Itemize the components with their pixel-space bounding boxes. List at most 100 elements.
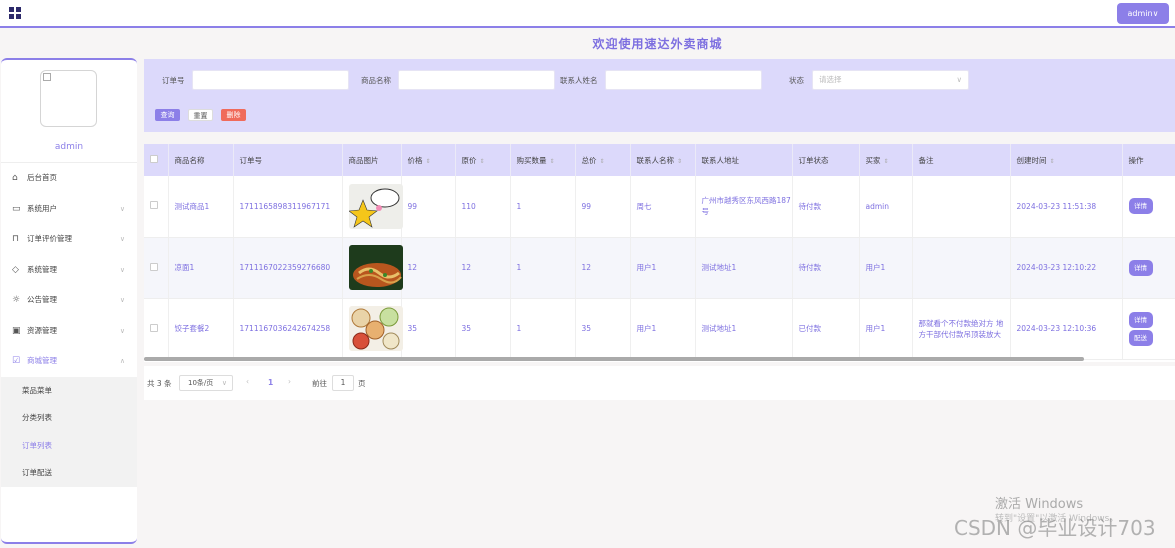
admin-dropdown-button[interactable]: admin∨ — [1117, 3, 1169, 24]
column-header-sortable[interactable]: 联系人名称 ⇕ — [630, 144, 696, 176]
row-checkbox[interactable] — [150, 262, 158, 271]
chevron-down-icon: ∨ — [119, 235, 125, 243]
chevron-down-icon: ∨ — [221, 379, 227, 387]
avatar — [40, 70, 97, 127]
product-name-cell: 凉面1 — [168, 237, 234, 299]
submenu-item-dishes[interactable]: 菜品菜单 — [1, 377, 137, 405]
sidebar-item-label: 订单评价管理 — [27, 234, 72, 243]
csdn-watermark: CSDN @毕业设计703 — [954, 516, 1156, 540]
orders-table: 商品名称 订单号 商品图片 价格 ⇕ 原价 ⇕ 购买数量 ⇕ 总价 ⇕ 联系人名称 ⇕ 联… — [144, 144, 1175, 362]
remark-cell: 那就看个不付款绝对方 地方干部代付款吊顶装放大 — [912, 298, 1011, 360]
sidebar-item-label: 后台首页 — [27, 173, 57, 182]
chevron-down-icon: ∨ — [119, 204, 125, 213]
sidebar-item-system-users[interactable]: ▭ 系统用户 ∨ — [1, 194, 137, 225]
original-price-cell: 12 — [455, 237, 511, 299]
sidebar-item-home[interactable]: ⌂ 后台首页 — [1, 163, 137, 194]
table-row: 凉面1 1711167022359276680 12 12 1 12 用户1 测… — [144, 237, 1175, 299]
detail-button[interactable]: 详情 — [1128, 259, 1153, 276]
sidebar-item-resources[interactable]: ▣ 资源管理 ∨ — [1, 316, 137, 347]
detail-button[interactable]: 详情 — [1128, 311, 1153, 328]
username: admin — [54, 142, 84, 152]
column-header-sortable[interactable]: 创建时间 ⇕ — [1010, 144, 1123, 176]
buyer-cell: 用户1 — [859, 298, 913, 360]
price-cell: 99 — [401, 176, 456, 238]
created-cell: 2024-03-23 12:10:36 — [1010, 298, 1123, 360]
address-cell: 广州市越秀区东风西路187号 — [695, 176, 793, 238]
row-select-cell[interactable] — [144, 176, 169, 238]
chevron-up-icon: ∧ — [119, 357, 125, 365]
page-size-value: 10条/页 — [188, 379, 214, 387]
grid-menu-icon[interactable] — [9, 7, 21, 19]
status-select[interactable]: 请选择 ∨ — [812, 70, 969, 90]
goto-page-input[interactable]: 1 — [332, 375, 354, 391]
sort-icon[interactable]: ⇕ — [1050, 158, 1055, 165]
total-count: 共 3 条 — [147, 379, 172, 388]
total-cell: 35 — [575, 298, 631, 360]
product-image-cell — [342, 176, 403, 238]
sidebar-item-announcements[interactable]: ☼ 公告管理 ∨ — [1, 285, 137, 316]
column-header: 备注 — [912, 144, 1011, 176]
pagination: 共 3 条 10条/页 ∨ ‹ 1 › 前往 1 页 — [144, 366, 1175, 400]
submenu-item-delivery[interactable]: 订单配送 — [1, 459, 137, 487]
total-cell: 99 — [575, 176, 631, 238]
prev-page-button[interactable]: ‹ — [246, 377, 249, 386]
sidebar-item-label: 公告管理 — [27, 295, 57, 304]
sort-icon[interactable]: ⇕ — [884, 158, 889, 165]
next-page-button[interactable]: › — [288, 377, 291, 386]
product-name-label: 商品名称 — [361, 76, 391, 85]
remark-cell — [912, 176, 1011, 238]
goto-label: 前往 — [312, 379, 327, 388]
sidebar-item-system-management[interactable]: ◇ 系统管理 ∨ — [1, 255, 137, 286]
page-number-current[interactable]: 1 — [268, 378, 273, 387]
contact-name-input[interactable] — [605, 70, 762, 90]
clipboard-icon: ☑ — [12, 356, 21, 366]
product-image — [348, 183, 403, 229]
column-header-sortable[interactable]: 购买数量 ⇕ — [510, 144, 576, 176]
product-name-input[interactable] — [398, 70, 555, 90]
contact-name-label: 联系人姓名 — [560, 76, 598, 85]
column-header-sortable[interactable]: 原价 ⇕ — [455, 144, 511, 176]
top-bar: admin∨ — [0, 0, 1175, 28]
order-no-cell: 1711165898311967171 — [233, 176, 343, 238]
sort-icon[interactable]: ⇕ — [480, 158, 485, 165]
reset-button[interactable]: 重置 — [188, 109, 213, 121]
column-header-sortable[interactable]: 价格 ⇕ — [401, 144, 456, 176]
dispatch-button[interactable]: 配送 — [1128, 329, 1153, 346]
row-checkbox[interactable] — [150, 323, 158, 332]
sidebar-item-mall-management[interactable]: ☑ 商城管理 ∧ — [1, 346, 137, 377]
submenu-item-orders[interactable]: 订单列表 — [1, 432, 137, 460]
page-size-select[interactable]: 10条/页 ∨ — [179, 375, 233, 391]
quantity-cell: 1 — [510, 298, 576, 360]
sidebar-item-order-reviews[interactable]: ⊓ 订单评价管理 ∨ — [1, 224, 137, 255]
product-image-cell — [342, 298, 403, 360]
order-no-label: 订单号 — [162, 76, 185, 85]
column-header-sortable[interactable]: 总价 ⇕ — [575, 144, 631, 176]
horizontal-scrollbar[interactable] — [144, 357, 1084, 361]
row-checkbox[interactable] — [150, 201, 158, 210]
table-header-row: 商品名称 订单号 商品图片 价格 ⇕ 原价 ⇕ 购买数量 ⇕ 总价 ⇕ 联系人名称 ⇕ 联… — [144, 144, 1175, 176]
delete-button[interactable]: 删除 — [221, 109, 246, 121]
select-all-checkbox[interactable] — [150, 155, 158, 163]
product-image-cell — [342, 237, 403, 299]
status-select-placeholder: 请选择 — [819, 75, 842, 84]
row-select-cell[interactable] — [144, 298, 169, 360]
contact-cell: 周七 — [630, 176, 696, 238]
sort-icon[interactable]: ⇕ — [426, 158, 431, 165]
bookmark-icon: ⊓ — [12, 234, 20, 244]
original-price-cell: 35 — [455, 298, 511, 360]
submenu-item-categories[interactable]: 分类列表 — [1, 404, 137, 432]
sort-icon[interactable]: ⇕ — [550, 158, 555, 165]
sort-icon[interactable]: ⇕ — [677, 158, 682, 165]
mall-submenu: 菜品菜单 分类列表 订单列表 订单配送 — [1, 376, 137, 487]
order-no-input[interactable] — [192, 70, 349, 90]
detail-button[interactable]: 详情 — [1128, 198, 1153, 215]
product-image — [348, 245, 403, 290]
row-select-cell[interactable] — [144, 237, 169, 299]
original-price-cell: 110 — [455, 176, 511, 238]
sort-icon[interactable]: ⇕ — [600, 158, 605, 165]
sun-icon: ☼ — [12, 295, 21, 305]
column-header-sortable[interactable]: 买家 ⇕ — [859, 144, 913, 176]
actions-cell: 详情 — [1122, 237, 1175, 299]
query-button[interactable]: 查询 — [155, 109, 180, 121]
select-all-cell[interactable] — [144, 144, 169, 176]
